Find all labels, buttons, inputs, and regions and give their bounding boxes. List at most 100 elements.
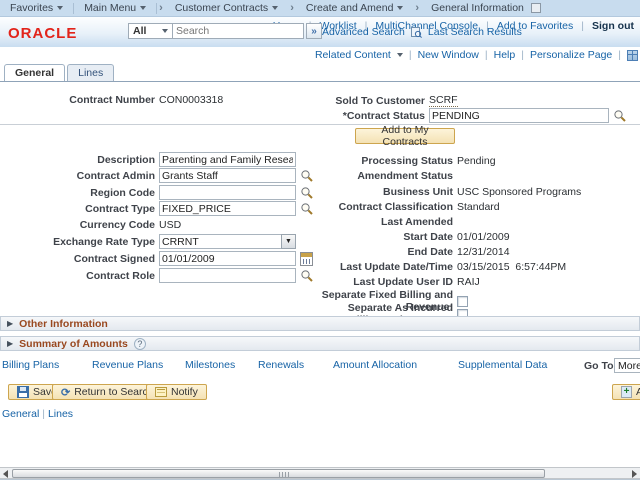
chevron-down-icon: [397, 53, 403, 57]
contract-classification-label: Contract Classification: [320, 201, 453, 213]
start-date-row: Start Date 01/01/2009: [320, 231, 510, 243]
contract-classification-value: Standard: [457, 201, 500, 213]
contract-type-row: Contract Type: [0, 201, 313, 216]
scrollbar-thumb[interactable]: [12, 469, 545, 478]
contract-status-lookup-icon[interactable]: [613, 109, 626, 122]
breadcrumb-label: Create and Amend: [306, 2, 394, 14]
section-label: Other Information: [19, 318, 108, 330]
region-code-lookup-icon[interactable]: [300, 186, 313, 199]
end-date-row: End Date 12/31/2014: [320, 246, 510, 258]
amount-allocation-link[interactable]: Amount Allocation: [333, 359, 417, 371]
help-link[interactable]: Help: [494, 49, 516, 61]
contract-type-lookup-icon[interactable]: [300, 202, 313, 215]
contract-signed-input[interactable]: [159, 251, 296, 266]
tab-general[interactable]: General: [4, 64, 65, 81]
window-grid-icon[interactable]: [627, 50, 638, 61]
expand-arrow-icon[interactable]: ▶: [7, 319, 13, 328]
scroll-right-icon[interactable]: [632, 470, 637, 478]
last-amended-label: Last Amended: [320, 216, 453, 228]
last-search-results-link[interactable]: Last Search Results: [428, 26, 522, 38]
search-links: Advanced Search Last Search Results: [322, 26, 522, 38]
breadcrumb-general-information[interactable]: General Information: [421, 0, 551, 17]
divider: |: [42, 408, 45, 420]
page-icon: [531, 3, 541, 13]
divider: [0, 81, 640, 82]
exchange-rate-type-select[interactable]: CRRNT ▼: [159, 234, 296, 249]
section-summary-of-amounts[interactable]: ▶ Summary of Amounts ?: [0, 336, 640, 351]
chevron-down-icon[interactable]: ▼: [281, 234, 296, 249]
horizontal-scrollbar[interactable]: [0, 467, 640, 479]
contract-role-input[interactable]: [159, 268, 296, 283]
exchange-rate-type-label: Exchange Rate Type: [0, 236, 155, 248]
chevron-down-icon: [272, 6, 278, 10]
search-scope-value: All: [133, 25, 146, 37]
contract-status-row: *Contract Status: [320, 108, 626, 123]
notify-button[interactable]: Notify: [146, 384, 207, 400]
divider: |: [581, 20, 584, 32]
renewals-link[interactable]: Renewals: [258, 359, 304, 371]
amendment-status-label: Amendment Status: [320, 170, 453, 182]
contract-number-value: CON0003318: [159, 94, 223, 106]
notify-label: Notify: [171, 386, 198, 398]
contract-role-label: Contract Role: [0, 270, 155, 282]
exchange-rate-type-row: Exchange Rate Type CRRNT ▼: [0, 234, 296, 249]
new-window-link[interactable]: New Window: [418, 49, 479, 61]
contract-admin-input[interactable]: [159, 168, 296, 183]
contract-admin-lookup-icon[interactable]: [300, 169, 313, 182]
business-unit-value: USC Sponsored Programs: [457, 186, 581, 198]
breadcrumb-customer-contracts[interactable]: Customer Contracts: [165, 0, 288, 17]
scroll-left-icon[interactable]: [3, 470, 8, 478]
help-icon[interactable]: ?: [134, 338, 146, 350]
breadcrumb-label: Favorites: [10, 2, 53, 14]
search-scope-select[interactable]: All: [128, 23, 172, 39]
last-update-user-label: Last Update User ID: [320, 276, 453, 288]
return-to-search-label: Return to Search: [74, 386, 153, 398]
add-button[interactable]: + Add: [612, 384, 640, 400]
save-icon: [17, 386, 29, 398]
application-window: Favorites Main Menu › Customer Contracts…: [0, 0, 640, 480]
sold-to-customer-row: Sold To Customer SCRF: [320, 94, 458, 107]
add-label: Add: [636, 386, 640, 398]
calendar-icon[interactable]: [300, 252, 313, 266]
footer-lines-link[interactable]: Lines: [48, 408, 73, 420]
search-input[interactable]: [172, 23, 304, 39]
currency-code-value: USD: [159, 219, 181, 231]
end-date-label: End Date: [320, 246, 453, 258]
sign-out-link[interactable]: Sign out: [592, 20, 634, 32]
revenue-plans-link[interactable]: Revenue Plans: [92, 359, 163, 371]
sold-to-customer-value[interactable]: SCRF: [429, 94, 458, 107]
breadcrumb-label: Main Menu: [84, 2, 136, 14]
contract-role-lookup-icon[interactable]: [300, 269, 313, 282]
related-content-link[interactable]: Related Content: [315, 49, 391, 61]
add-to-my-contracts-button[interactable]: Add to My Contracts: [355, 128, 455, 144]
breadcrumb-main-menu[interactable]: Main Menu: [74, 0, 156, 17]
expand-arrow-icon[interactable]: ▶: [7, 339, 13, 348]
breadcrumb-favorites[interactable]: Favorites: [0, 0, 73, 17]
contract-status-input[interactable]: [429, 108, 609, 123]
milestones-link[interactable]: Milestones: [185, 359, 235, 371]
sold-to-customer-label: Sold To Customer: [320, 95, 425, 107]
tab-lines[interactable]: Lines: [67, 64, 114, 81]
description-input[interactable]: [159, 152, 296, 167]
processing-status-row: Processing Status Pending: [320, 155, 496, 167]
goto-label: Go To: [584, 360, 614, 372]
divider: [0, 124, 640, 125]
supplemental-data-link[interactable]: Supplemental Data: [458, 359, 547, 371]
exchange-rate-type-value: CRRNT: [159, 234, 281, 249]
search-go-button[interactable]: »: [306, 23, 322, 39]
start-date-value: 01/01/2009: [457, 231, 510, 243]
goto-select[interactable]: More: [614, 358, 640, 373]
business-unit-label: Business Unit: [320, 186, 453, 198]
breadcrumb: Favorites Main Menu › Customer Contracts…: [0, 0, 640, 17]
advanced-search-link[interactable]: Advanced Search: [322, 26, 405, 38]
section-other-information[interactable]: ▶ Other Information: [0, 316, 640, 331]
footer-general-link[interactable]: General: [2, 408, 39, 420]
breadcrumb-create-and-amend[interactable]: Create and Amend: [296, 0, 414, 17]
contract-type-input[interactable]: [159, 201, 296, 216]
divider: |: [485, 49, 488, 61]
section-label: Summary of Amounts: [19, 338, 128, 350]
billing-plans-link[interactable]: Billing Plans: [2, 359, 59, 371]
processing-status-value: Pending: [457, 155, 496, 167]
region-code-input[interactable]: [159, 185, 296, 200]
personalize-page-link[interactable]: Personalize Page: [530, 49, 612, 61]
